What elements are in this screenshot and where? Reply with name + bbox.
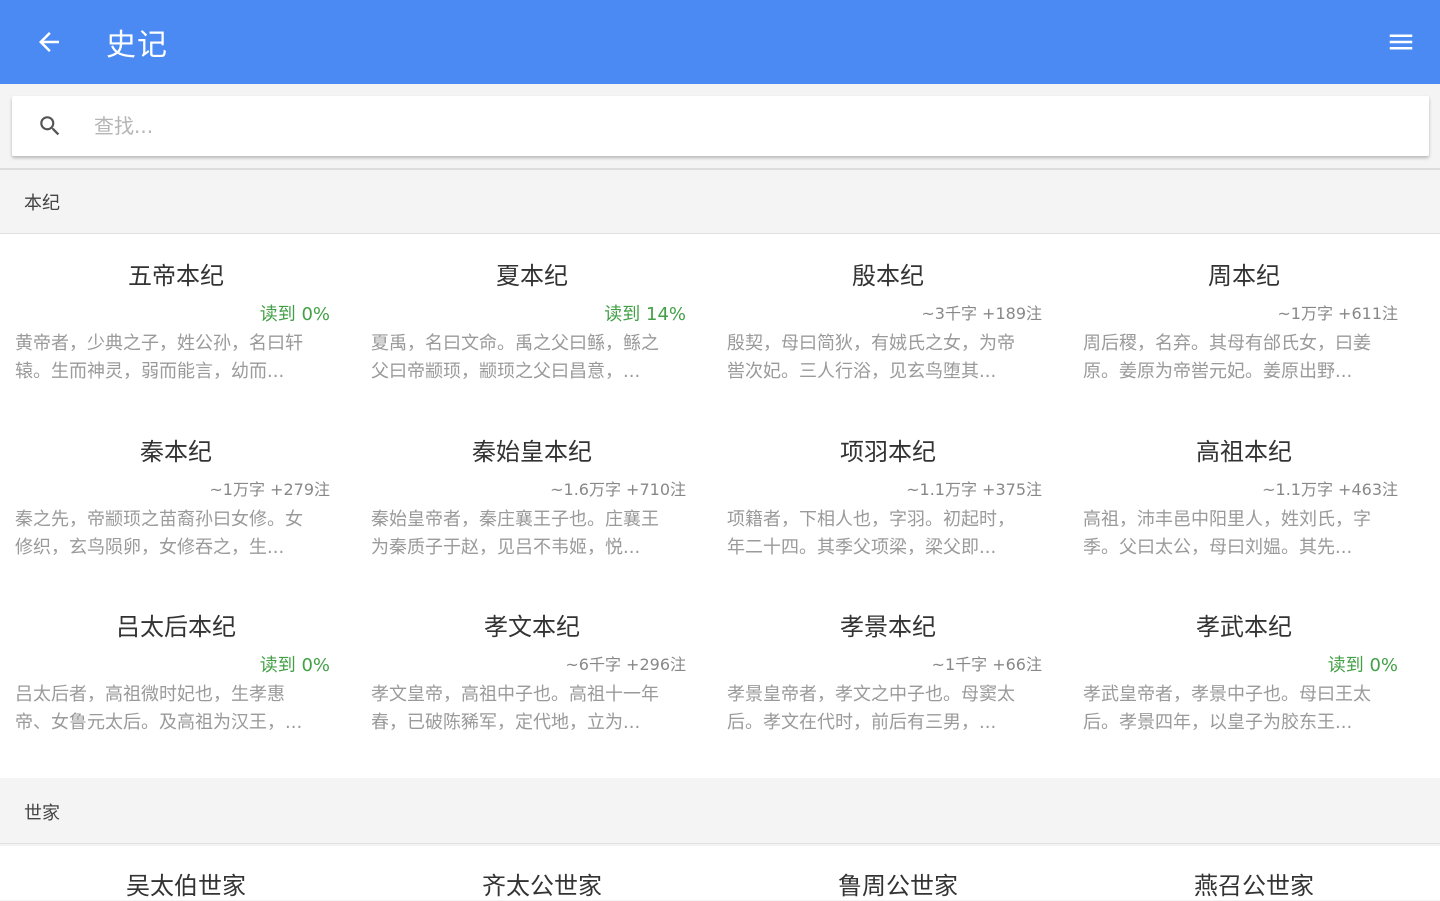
book-stats: ~1万字 +611注: [1277, 304, 1398, 323]
book-stats: ~1.1万字 +463注: [1262, 480, 1398, 499]
book-excerpt: 高祖，沛丰邑中阳里人，姓刘氏，字 季。父曰太公，母曰刘媪。其先...: [1083, 509, 1371, 558]
book-card[interactable]: 孝武本纪 读到 0% 孝武皇帝者，孝景中子也。母曰王太 后。孝景四年，以皇子为胶…: [1068, 585, 1420, 745]
book-excerpt: 吕太后者，高祖微时妃也，生孝惠 帝、女鲁元太后。及高祖为汉王，...: [15, 684, 303, 733]
book-stats: ~1.6万字 +710注: [550, 480, 686, 499]
book-excerpt: 项籍者，下相人也，字羽。初起时， 年二十四。其季父项梁，梁父即...: [727, 509, 1015, 558]
book-title: 孝文本纪: [484, 613, 580, 641]
book-excerpt: 秦始皇帝者，秦庄襄王子也。庄襄王 为秦质子于赵，见吕不韦姬，悦...: [371, 509, 659, 558]
book-card[interactable]: 高祖本纪 ~1.1万字 +463注 高祖，沛丰邑中阳里人，姓刘氏，字 季。父曰太…: [1068, 410, 1420, 570]
back-button[interactable]: [24, 17, 74, 67]
book-grid-benji: 五帝本纪 读到 0% 黄帝者，少典之子，姓公孙，名曰轩 辕。生而神灵，弱而能言，…: [0, 234, 1440, 778]
book-card[interactable]: 孝景本纪 ~1千字 +66注 孝景皇帝者，孝文之中子也。母窦太 后。孝文在代时，…: [712, 585, 1064, 745]
app-bar: 史记: [0, 0, 1440, 84]
book-excerpt: 秦之先，帝颛顼之苗裔孙曰女修。女 修织，玄鸟陨卵，女修吞之，生...: [15, 509, 303, 558]
book-card[interactable]: 周本纪 ~1万字 +611注 周后稷，名弃。其母有邰氏女，曰姜 原。姜原为帝喾元…: [1068, 234, 1420, 394]
section-title: 世家: [24, 802, 60, 824]
book-card[interactable]: 殷本纪 ~3千字 +189注 殷契，母曰简狄，有娀氏之女，为帝 喾次妃。三人行浴…: [712, 234, 1064, 394]
app-title: 史记: [106, 28, 168, 63]
search-input[interactable]: [92, 113, 1296, 139]
book-title[interactable]: 吴太伯世家: [10, 866, 362, 901]
reading-progress: 读到 14%: [604, 304, 686, 325]
book-stats: ~1千字 +66注: [931, 655, 1042, 674]
book-excerpt: 殷契，母曰简狄，有娀氏之女，为帝 喾次妃。三人行浴，见玄鸟堕其...: [727, 333, 1015, 382]
book-card[interactable]: 项羽本纪 ~1.1万字 +375注 项籍者，下相人也，字羽。初起时， 年二十四。…: [712, 410, 1064, 570]
book-title[interactable]: 鲁周公世家: [722, 866, 1074, 901]
section-header-shijia: 世家: [0, 780, 1440, 844]
book-card[interactable]: 五帝本纪 读到 0% 黄帝者，少典之子，姓公孙，名曰轩 辕。生而神灵，弱而能言，…: [0, 234, 352, 394]
book-excerpt: 周后稷，名弃。其母有邰氏女，曰姜 原。姜原为帝喾元妃。姜原出野...: [1083, 333, 1371, 382]
book-excerpt: 夏禹，名曰文命。禹之父曰鲧，鲧之 父曰帝颛顼，颛顼之父曰昌意，...: [371, 333, 659, 382]
reading-progress: 读到 0%: [259, 304, 330, 325]
book-excerpt: 孝武皇帝者，孝景中子也。母曰王太 后。孝景四年，以皇子为胶东王...: [1083, 684, 1371, 733]
book-card[interactable]: 吕太后本纪 读到 0% 吕太后者，高祖微时妃也，生孝惠 帝、女鲁元太后。及高祖为…: [0, 585, 352, 745]
book-stats: ~1.1万字 +375注: [906, 480, 1042, 499]
book-stats: ~3千字 +189注: [921, 304, 1042, 323]
book-stats: ~1万字 +279注: [209, 480, 330, 499]
book-title: 项羽本纪: [840, 438, 936, 466]
book-stats: ~6千字 +296注: [565, 655, 686, 674]
menu-icon: [1389, 34, 1413, 50]
book-title: 五帝本纪: [128, 262, 224, 290]
book-title: 殷本纪: [852, 262, 924, 290]
book-title: 高祖本纪: [1196, 438, 1292, 466]
book-card[interactable]: 夏本纪 读到 14% 夏禹，名曰文命。禹之父曰鲧，鲧之 父曰帝颛顼，颛顼之父曰昌…: [356, 234, 708, 394]
book-card[interactable]: 秦本纪 ~1万字 +279注 秦之先，帝颛顼之苗裔孙曰女修。女 修织，玄鸟陨卵，…: [0, 410, 352, 570]
reading-progress: 读到 0%: [259, 655, 330, 676]
book-excerpt: 黄帝者，少典之子，姓公孙，名曰轩 辕。生而神灵，弱而能言，幼而...: [15, 333, 303, 382]
book-title[interactable]: 齐太公世家: [366, 866, 718, 901]
book-title: 吕太后本纪: [116, 613, 236, 641]
book-excerpt: 孝文皇帝，高祖中子也。高祖十一年 春，已破陈豨军，定代地，立为...: [371, 684, 659, 733]
book-grid-shijia: 吴太伯世家 齐太公世家 鲁周公世家 燕召公世家: [0, 846, 1440, 900]
book-title: 秦本纪: [140, 438, 212, 466]
book-excerpt: 孝景皇帝者，孝文之中子也。母窦太 后。孝文在代时，前后有三男，...: [727, 684, 1015, 733]
book-title[interactable]: 燕召公世家: [1078, 866, 1430, 901]
arrow-left-icon: [39, 32, 59, 52]
book-title: 夏本纪: [496, 262, 568, 290]
book-title: 秦始皇本纪: [472, 438, 592, 466]
book-card[interactable]: 秦始皇本纪 ~1.6万字 +710注 秦始皇帝者，秦庄襄王子也。庄襄王 为秦质子…: [356, 410, 708, 570]
book-title: 周本纪: [1208, 262, 1280, 290]
reading-progress: 读到 0%: [1327, 655, 1398, 676]
menu-button[interactable]: [1376, 17, 1426, 67]
section-title: 本纪: [24, 192, 60, 214]
book-card[interactable]: 孝文本纪 ~6千字 +296注 孝文皇帝，高祖中子也。高祖十一年 春，已破陈豨军…: [356, 585, 708, 745]
search-bar: [12, 96, 1429, 156]
book-title: 孝武本纪: [1196, 613, 1292, 641]
section-header-benji: 本纪: [0, 170, 1440, 234]
search-icon: [36, 112, 64, 140]
book-title: 孝景本纪: [840, 613, 936, 641]
